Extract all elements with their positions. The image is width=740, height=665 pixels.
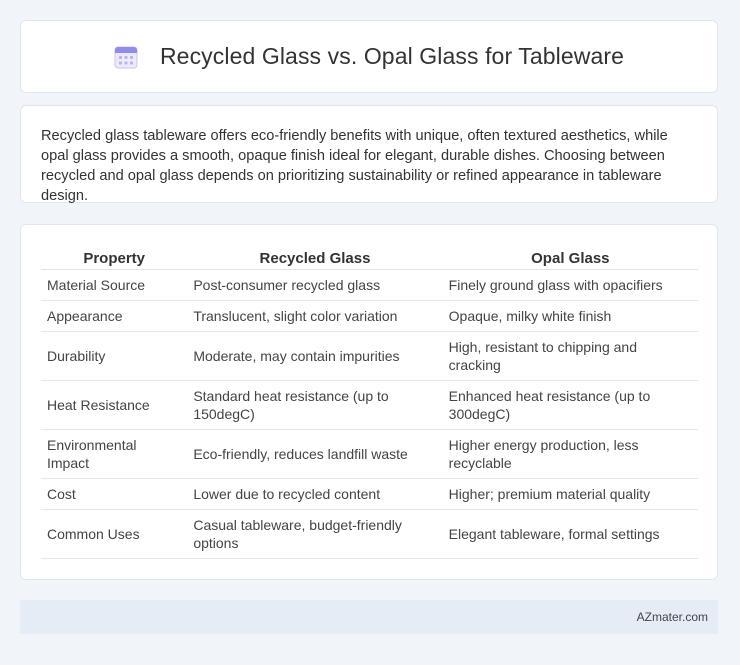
opal-cell: Enhanced heat resistance (up to 300degC) bbox=[442, 380, 698, 430]
opal-cell: Finely ground glass with opacifiers bbox=[442, 269, 698, 301]
calendar-icon bbox=[114, 45, 138, 69]
recycled-cell: Translucent, slight color variation bbox=[187, 300, 443, 332]
page-title: Recycled Glass vs. Opal Glass for Tablew… bbox=[159, 43, 625, 69]
table-row: Appearance Translucent, slight color var… bbox=[41, 300, 698, 332]
recycled-cell: Post-consumer recycled glass bbox=[187, 269, 443, 301]
footer-brand: AZmater.com bbox=[636, 610, 708, 624]
table-row: Material Source Post-consumer recycled g… bbox=[41, 269, 698, 301]
table-row: Cost Lower due to recycled content Highe… bbox=[41, 478, 698, 510]
property-cell: Common Uses bbox=[41, 509, 188, 559]
table-row: Durability Moderate, may contain impurit… bbox=[41, 331, 698, 381]
opal-cell: Elegant tableware, formal settings bbox=[442, 509, 698, 559]
property-cell: Durability bbox=[41, 331, 188, 381]
property-cell: Material Source bbox=[41, 269, 188, 301]
table-row: Environmental Impact Eco-friendly, reduc… bbox=[41, 429, 698, 479]
opal-cell: Opaque, milky white finish bbox=[442, 300, 698, 332]
header-recycled-glass: Recycled Glass bbox=[187, 245, 443, 270]
opal-cell: Higher; premium material quality bbox=[442, 478, 698, 510]
property-cell: Environmental Impact bbox=[41, 429, 188, 479]
recycled-cell: Moderate, may contain impurities bbox=[187, 331, 443, 381]
recycled-cell: Casual tableware, budget-friendly option… bbox=[187, 509, 443, 559]
header-property: Property bbox=[41, 245, 188, 270]
table-header-row: Property Recycled Glass Opal Glass bbox=[41, 245, 698, 270]
opal-cell: High, resistant to chipping and cracking bbox=[442, 331, 698, 381]
comparison-card: Property Recycled Glass Opal Glass Mater… bbox=[20, 224, 718, 580]
recycled-cell: Standard heat resistance (up to 150degC) bbox=[187, 380, 443, 430]
recycled-cell: Eco-friendly, reduces landfill waste bbox=[187, 429, 443, 479]
recycled-cell: Lower due to recycled content bbox=[187, 478, 443, 510]
header-opal-glass: Opal Glass bbox=[442, 245, 698, 270]
intro-card: Recycled glass tableware offers eco-frie… bbox=[20, 105, 718, 204]
table-row: Common Uses Casual tableware, budget-fri… bbox=[41, 509, 698, 559]
property-cell: Appearance bbox=[41, 300, 188, 332]
title-card: Recycled Glass vs. Opal Glass for Tablew… bbox=[20, 20, 718, 93]
property-cell: Heat Resistance bbox=[41, 380, 188, 430]
property-cell: Cost bbox=[41, 478, 188, 510]
table-row: Heat Resistance Standard heat resistance… bbox=[41, 380, 698, 430]
intro-text: Recycled glass tableware offers eco-frie… bbox=[41, 128, 668, 204]
opal-cell: Higher energy production, less recyclabl… bbox=[442, 429, 698, 479]
comparison-table: Property Recycled Glass Opal Glass Mater… bbox=[41, 245, 698, 559]
footer-bar: AZmater.com bbox=[20, 600, 718, 634]
